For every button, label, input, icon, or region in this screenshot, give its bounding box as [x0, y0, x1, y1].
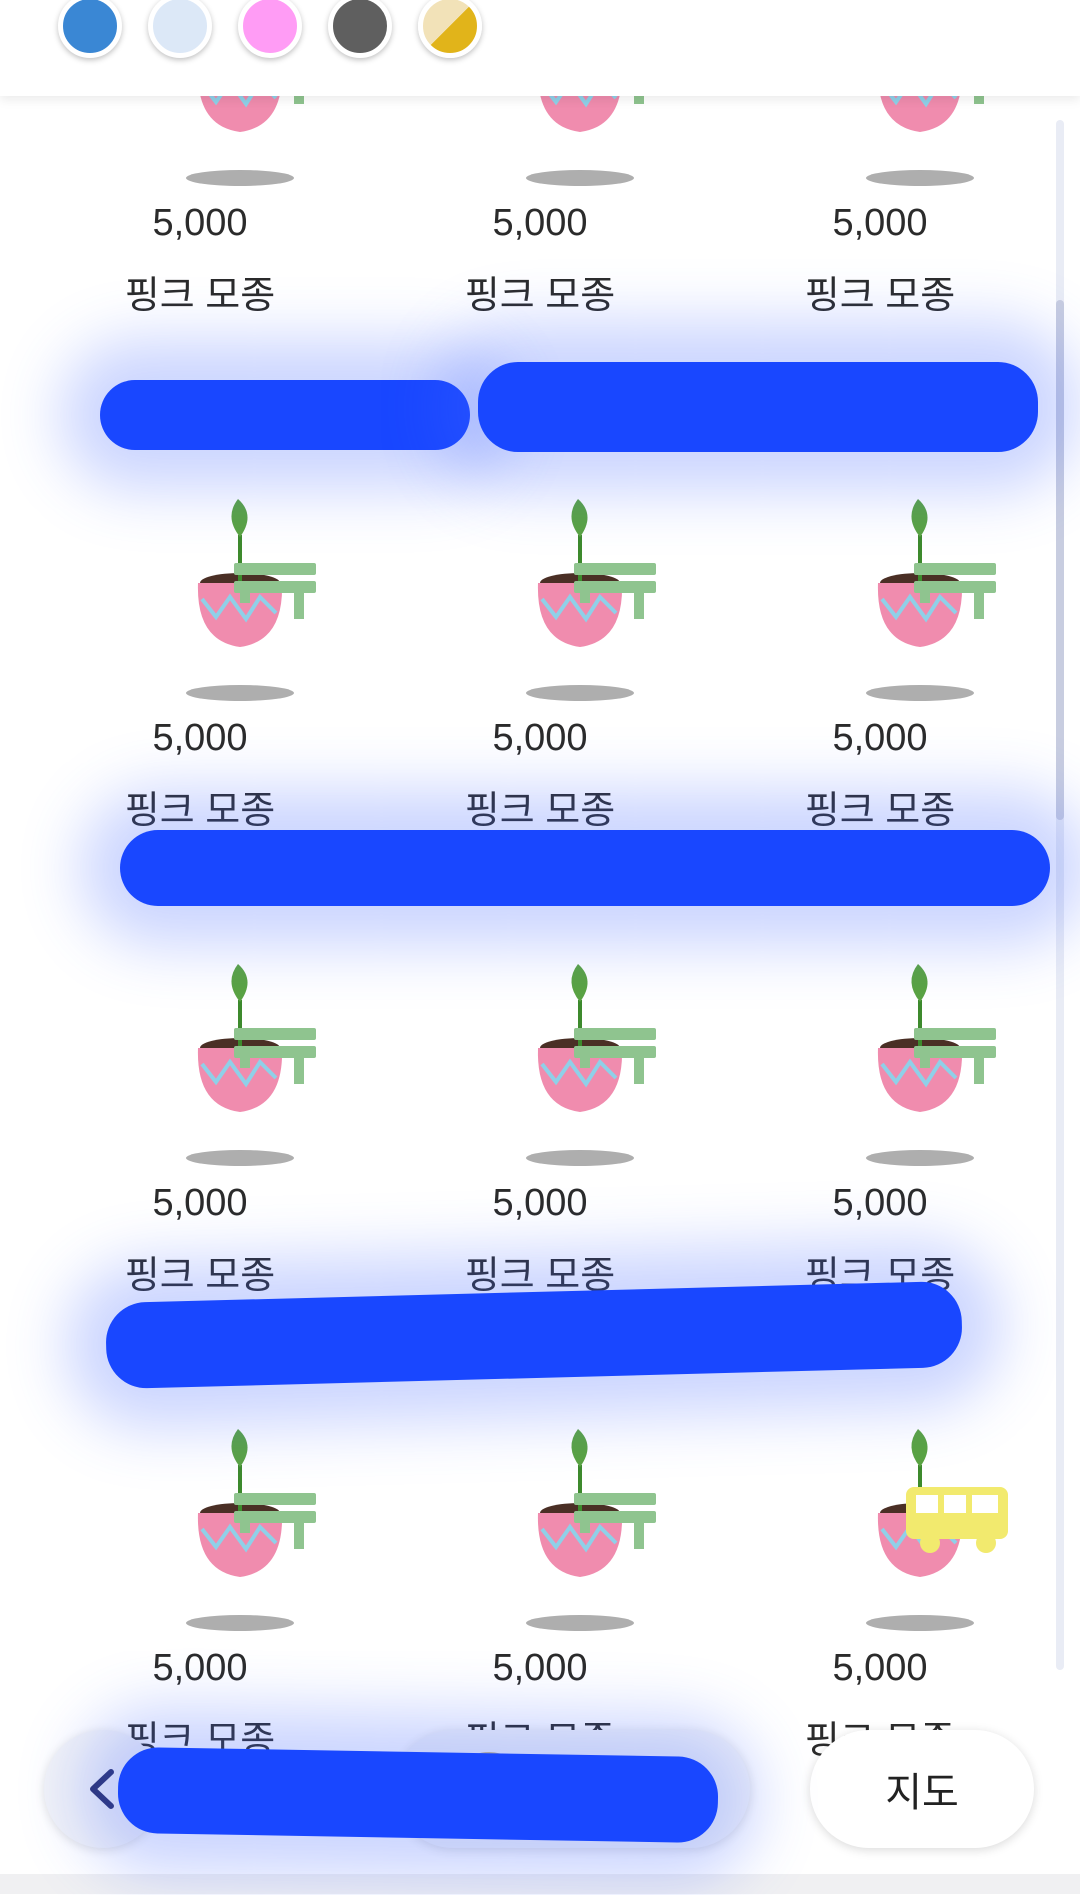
chevron-left-icon	[90, 1769, 114, 1809]
redaction-scribble	[120, 830, 1050, 906]
swatch-pink[interactable]	[238, 0, 302, 58]
redaction-scribble	[478, 362, 1038, 452]
bench-icon	[570, 1022, 660, 1091]
color-filter-bar	[0, 0, 1080, 96]
bench-icon	[570, 557, 660, 626]
product-price: 5,000	[832, 1647, 928, 1689]
product-price: 5,000	[152, 202, 248, 244]
bench-icon	[230, 557, 320, 626]
product-name: 핑크 모종	[124, 1255, 276, 1297]
product-name: 핑크 모종	[124, 275, 276, 317]
swatch-light-blue[interactable]	[148, 0, 212, 58]
product-name: 핑크 모종	[464, 790, 616, 832]
bench-icon	[230, 1022, 320, 1091]
product-price: 5,000	[832, 717, 928, 759]
product-price: 5,000	[152, 1182, 248, 1224]
bench-icon	[910, 1022, 1000, 1091]
product-price: 5,000	[492, 1182, 588, 1224]
swatch-beige-gold[interactable]	[418, 0, 482, 58]
bench-icon	[230, 1487, 320, 1556]
bench-icon	[570, 1487, 660, 1556]
swatch-gray[interactable]	[328, 0, 392, 58]
product-price: 5,000	[832, 1182, 928, 1224]
product-price: 5,000	[492, 1647, 588, 1689]
swatch-blue[interactable]	[58, 0, 122, 58]
map-button-label: 지도	[885, 1771, 959, 1815]
product-price: 5,000	[832, 202, 928, 244]
product-name: 핑크 모종	[804, 790, 956, 832]
product-price: 5,000	[492, 202, 588, 244]
product-price: 5,000	[152, 717, 248, 759]
product-price: 5,000	[152, 1647, 248, 1689]
product-name: 핑크 모종	[464, 275, 616, 317]
bus-icon	[902, 1481, 1012, 1562]
redaction-scribble	[100, 380, 470, 450]
product-grid: 5,000 핑크 모종 5,000 핑크 모종 5,000 핑크 모종 5,00…	[0, 0, 1080, 1894]
redaction-scribble	[117, 1746, 719, 1844]
product-name: 핑크 모종	[124, 790, 276, 832]
map-button[interactable]: 지도	[810, 1730, 1034, 1848]
bench-icon	[910, 557, 1000, 626]
product-price: 5,000	[492, 717, 588, 759]
product-name: 핑크 모종	[804, 275, 956, 317]
